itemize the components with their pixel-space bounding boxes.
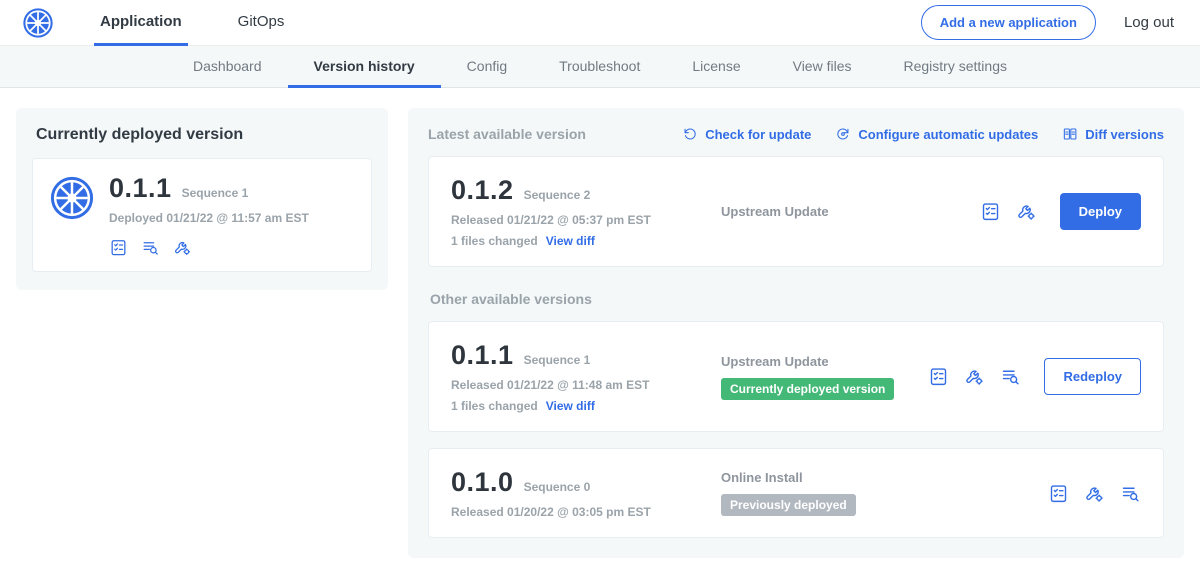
version-actions [1048, 483, 1141, 504]
currently-deployed-panel: Currently deployed version 0.1.1 Sequenc… [16, 108, 388, 290]
latest-version-title: Latest available version [428, 126, 586, 142]
version-number: 0.1.1 [451, 340, 514, 371]
logout-button[interactable]: Log out [1124, 14, 1174, 31]
kubernetes-logo-icon [22, 7, 54, 39]
main-content: Currently deployed version 0.1.1 Sequenc… [0, 88, 1200, 564]
sequence-label: Sequence 2 [524, 188, 591, 202]
source-label: Upstream Update [721, 354, 928, 369]
source-label: Online Install [721, 470, 1048, 485]
subnav-tab-view-files[interactable]: View files [767, 46, 878, 88]
files-changed-label: 1 files changed [451, 234, 538, 248]
top-navbar: Application GitOps Add a new application… [0, 0, 1200, 46]
view-diff-link[interactable]: View diff [546, 399, 595, 413]
view-files-icon[interactable] [1120, 483, 1141, 504]
subnav-tab-dashboard[interactable]: Dashboard [167, 46, 288, 88]
add-application-button[interactable]: Add a new application [921, 5, 1096, 40]
version-row-deployed: 0.1.1 Sequence 1 Released 01/21/22 @ 11:… [428, 321, 1164, 432]
edit-config-icon[interactable] [964, 366, 985, 387]
configure-automatic-updates-label: Configure automatic updates [858, 127, 1038, 142]
version-actions: Redeploy [928, 358, 1141, 395]
subnav-tab-config[interactable]: Config [441, 46, 533, 88]
currently-deployed-badge: Currently deployed version [721, 378, 894, 400]
refresh-icon [682, 126, 698, 142]
version-actions: Deploy [980, 193, 1141, 230]
version-info: 0.1.1 Sequence 1 Released 01/21/22 @ 11:… [451, 340, 709, 413]
subnav-tab-config-label: Config [467, 58, 507, 74]
subnav-tab-registry-settings-label: Registry settings [904, 58, 1007, 74]
subnav-tab-registry-settings[interactable]: Registry settings [878, 46, 1033, 88]
diff-versions-label: Diff versions [1085, 127, 1164, 142]
released-timestamp: Released 01/21/22 @ 11:48 am EST [451, 378, 709, 392]
configure-automatic-updates-button[interactable]: Configure automatic updates [835, 126, 1038, 142]
subnav-tab-view-files-label: View files [793, 58, 852, 74]
main-nav: Application GitOps [94, 0, 334, 46]
subnav-tab-troubleshoot-label: Troubleshoot [559, 58, 640, 74]
release-notes-icon[interactable] [109, 238, 128, 257]
subnav-tab-version-history-label: Version history [314, 58, 415, 74]
edit-config-icon[interactable] [173, 238, 192, 257]
check-for-update-label: Check for update [705, 127, 811, 142]
files-changed-label: 1 files changed [451, 399, 538, 413]
deployed-version-number: 0.1.1 [109, 173, 172, 204]
version-row-latest: 0.1.2 Sequence 2 Released 01/21/22 @ 05:… [428, 156, 1164, 267]
released-timestamp: Released 01/21/22 @ 05:37 pm EST [451, 213, 709, 227]
version-number: 0.1.2 [451, 175, 514, 206]
subnav-tab-license-label: License [692, 58, 740, 74]
previously-deployed-badge: Previously deployed [721, 494, 856, 516]
subnav-tab-version-history[interactable]: Version history [288, 46, 441, 88]
source-label: Upstream Update [721, 204, 980, 219]
deployed-actions [109, 238, 309, 257]
check-for-update-button[interactable]: Check for update [682, 126, 811, 142]
diff-versions-button[interactable]: Diff versions [1062, 126, 1164, 142]
edit-config-icon[interactable] [1016, 201, 1037, 222]
available-panel-header: Latest available version Check for updat… [428, 126, 1164, 142]
version-source: Upstream Update [709, 204, 980, 219]
nav-tab-gitops[interactable]: GitOps [232, 0, 291, 46]
panel-header-actions: Check for update Configure automatic upd… [682, 126, 1164, 142]
view-files-icon[interactable] [141, 238, 160, 257]
available-versions-panel: Latest available version Check for updat… [408, 108, 1184, 558]
view-files-icon[interactable] [1000, 366, 1021, 387]
edit-config-icon[interactable] [1084, 483, 1105, 504]
version-info: 0.1.0 Sequence 0 Released 01/20/22 @ 03:… [451, 467, 709, 519]
subnav-tab-license[interactable]: License [666, 46, 766, 88]
deployed-timestamp: Deployed 01/21/22 @ 11:57 am EST [109, 211, 309, 225]
diff-icon [1062, 126, 1078, 142]
subnav-tab-dashboard-label: Dashboard [193, 58, 262, 74]
nav-tab-application[interactable]: Application [94, 0, 188, 46]
deployed-panel-title: Currently deployed version [36, 126, 372, 144]
released-timestamp: Released 01/20/22 @ 03:05 pm EST [451, 505, 709, 519]
deploy-button[interactable]: Deploy [1060, 193, 1141, 230]
app-subnav: Dashboard Version history Config Trouble… [0, 46, 1200, 88]
deployed-version-info: 0.1.1 Sequence 1 Deployed 01/21/22 @ 11:… [109, 173, 309, 257]
sequence-label: Sequence 1 [524, 353, 591, 367]
version-number: 0.1.0 [451, 467, 514, 498]
version-source: Online Install Previously deployed [709, 470, 1048, 516]
release-notes-icon[interactable] [1048, 483, 1069, 504]
deployed-version-card: 0.1.1 Sequence 1 Deployed 01/21/22 @ 11:… [32, 158, 372, 272]
subnav-tab-troubleshoot[interactable]: Troubleshoot [533, 46, 666, 88]
nav-tab-gitops-label: GitOps [238, 13, 285, 30]
redeploy-button[interactable]: Redeploy [1044, 358, 1141, 395]
release-notes-icon[interactable] [980, 201, 1001, 222]
version-info: 0.1.2 Sequence 2 Released 01/21/22 @ 05:… [451, 175, 709, 248]
version-source: Upstream Update Currently deployed versi… [709, 354, 928, 400]
auto-update-icon [835, 126, 851, 142]
view-diff-link[interactable]: View diff [546, 234, 595, 248]
deployed-sequence-label: Sequence 1 [182, 186, 249, 200]
nav-tab-application-label: Application [100, 13, 182, 30]
sequence-label: Sequence 0 [524, 480, 591, 494]
release-notes-icon[interactable] [928, 366, 949, 387]
version-row-previous: 0.1.0 Sequence 0 Released 01/20/22 @ 03:… [428, 448, 1164, 538]
other-versions-title: Other available versions [430, 291, 1164, 307]
app-icon [49, 175, 95, 221]
